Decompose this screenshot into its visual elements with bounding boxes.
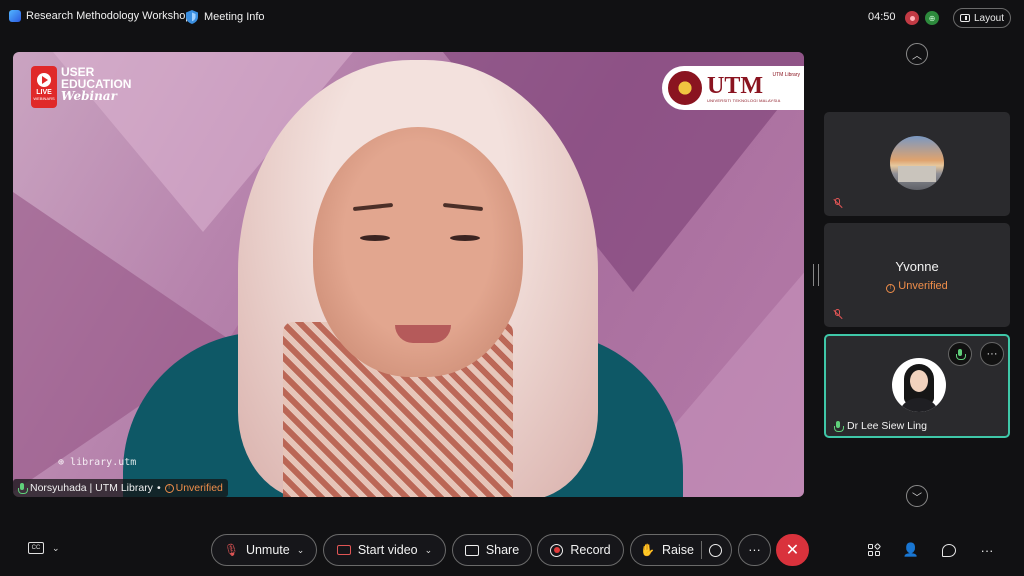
live-subtext: WEBINARS xyxy=(33,96,55,101)
scroll-down-button[interactable]: ﹀ xyxy=(906,485,928,507)
user-education-webinar-logo: LIVE WEBINARS USER EDUCATION Webinar xyxy=(31,66,131,108)
unverified-label: Unverified xyxy=(175,482,223,494)
participant-tile[interactable]: Yvonne ! Unverified xyxy=(824,223,1010,327)
main-video-stage[interactable]: LIVE WEBINARS USER EDUCATION Webinar UTM… xyxy=(13,52,804,497)
warning-icon: ! xyxy=(886,283,896,293)
recording-indicator-icon[interactable] xyxy=(905,11,919,25)
utm-subtext: UNIVERSITI TEKNOLOGI MALAYSIA xyxy=(707,97,781,103)
raise-hand-button[interactable]: ✋ Raise xyxy=(630,534,732,566)
share-button[interactable]: Share xyxy=(452,534,532,566)
closed-captions-icon: CC xyxy=(28,542,44,554)
participant-status: ! Unverified xyxy=(824,280,1010,293)
meeting-title-area: Research Methodology Workshop xyxy=(9,10,192,22)
layout-icon xyxy=(959,14,970,22)
mic-active-icon xyxy=(834,420,844,432)
warning-icon: ! xyxy=(164,483,174,493)
tile-more-button[interactable]: ··· xyxy=(980,342,1004,366)
utm-wordmark: UTM xyxy=(707,72,763,99)
more-icon: ··· xyxy=(986,348,998,360)
unmute-label: Unmute xyxy=(245,543,290,557)
play-icon xyxy=(37,73,51,87)
unmute-button[interactable]: 🎙 Unmute ⌄ xyxy=(211,534,317,566)
participant-name: Yvonne xyxy=(895,259,939,274)
camera-off-icon xyxy=(336,545,351,555)
live-badge: LIVE WEBINARS xyxy=(31,66,57,108)
unverified-status: ! Unverified xyxy=(164,482,223,494)
share-screen-icon xyxy=(464,544,479,556)
security-indicator-icon[interactable]: ⊕ xyxy=(925,11,939,25)
chevron-down-icon[interactable]: ⌄ xyxy=(297,545,305,556)
divider xyxy=(700,541,702,559)
panel-resize-handle[interactable] xyxy=(813,264,819,286)
utm-emblem-icon xyxy=(668,71,702,105)
more-options-button[interactable]: ··· xyxy=(738,534,771,566)
captions-button[interactable]: CC ⌄ xyxy=(28,542,60,554)
more-icon: ··· xyxy=(748,543,761,557)
meeting-title: Research Methodology Workshop xyxy=(26,10,192,22)
chevron-down-icon[interactable]: ⌄ xyxy=(425,545,433,556)
meeting-info-label: Meeting Info xyxy=(204,11,265,23)
participants-button[interactable]: 👤 xyxy=(902,541,920,559)
unverified-label: Unverified xyxy=(898,280,948,292)
more-panel-button[interactable]: ··· xyxy=(978,541,996,559)
scroll-up-button[interactable]: ︿ xyxy=(906,43,928,65)
layout-button[interactable]: Layout xyxy=(953,8,1011,28)
chevron-down-icon: ⌄ xyxy=(52,542,60,553)
globe-icon: ⊕ xyxy=(58,457,71,468)
mic-muted-icon: 🎙 xyxy=(223,543,239,557)
library-url-text: library.utm xyxy=(70,457,137,468)
participant-name: Dr Lee Siew Ling xyxy=(847,420,927,432)
shield-icon xyxy=(186,10,198,24)
reactions-icon[interactable] xyxy=(708,543,722,557)
speaker-name-tag: Norsyuhada | UTM Library • ! Unverified xyxy=(13,479,228,497)
tile-mic-button[interactable] xyxy=(948,342,972,366)
mic-active-icon xyxy=(956,348,966,360)
mic-muted-icon xyxy=(832,198,844,210)
library-url-banner: ⊕ library.utm xyxy=(58,457,136,468)
speaker-video xyxy=(13,52,804,497)
participant-tile[interactable] xyxy=(824,112,1010,216)
separator-dot: • xyxy=(156,482,161,494)
avatar-face xyxy=(910,370,928,392)
utm-library-text: UTM Library xyxy=(772,72,800,78)
webinar-line-webinar: Webinar xyxy=(61,89,117,103)
chevron-up-icon: ︿ xyxy=(912,50,922,62)
chat-button[interactable] xyxy=(940,541,958,559)
leave-meeting-button[interactable]: ✕ xyxy=(776,534,809,566)
apps-button[interactable] xyxy=(865,541,883,559)
start-video-label: Start video xyxy=(357,543,418,557)
webinar-title: USER EDUCATION Webinar xyxy=(61,66,131,102)
more-icon: ··· xyxy=(980,542,994,558)
layout-label: Layout xyxy=(973,12,1005,24)
close-icon: ✕ xyxy=(785,542,800,559)
webex-logo-icon xyxy=(9,10,21,22)
record-button[interactable]: Record xyxy=(537,534,624,566)
mic-muted-icon xyxy=(832,309,844,321)
speaker-eye xyxy=(450,235,480,241)
participant-name-tag: Dr Lee Siew Ling xyxy=(834,420,927,432)
meeting-info-button[interactable]: Meeting Info xyxy=(186,10,265,24)
participant-avatar xyxy=(890,136,944,190)
share-label: Share xyxy=(485,543,520,557)
participant-tile-active[interactable]: ··· Dr Lee Siew Ling xyxy=(824,334,1010,438)
participant-avatar xyxy=(892,358,946,412)
speaker-name: Norsyuhada | UTM Library xyxy=(30,482,153,494)
top-bar: Research Methodology Workshop Meeting In… xyxy=(0,0,1024,36)
live-text: LIVE xyxy=(36,89,52,96)
building-photo xyxy=(898,166,936,182)
record-label: Record xyxy=(570,543,611,557)
chat-icon xyxy=(942,543,956,557)
chevron-down-icon: ﹀ xyxy=(912,492,922,504)
meeting-timer: 04:50 xyxy=(868,11,896,23)
raise-label: Raise xyxy=(661,543,694,557)
speaker-eye xyxy=(360,235,390,241)
start-video-button[interactable]: Start video ⌄ xyxy=(323,534,446,566)
participants-icon: 👤 xyxy=(902,542,920,557)
utm-logo: UTM UNIVERSITI TEKNOLOGI MALAYSIA UTM Li… xyxy=(662,66,804,110)
mic-active-icon xyxy=(18,482,28,494)
record-icon xyxy=(550,543,564,557)
hand-icon: ✋ xyxy=(640,543,655,557)
apps-icon xyxy=(867,542,881,557)
